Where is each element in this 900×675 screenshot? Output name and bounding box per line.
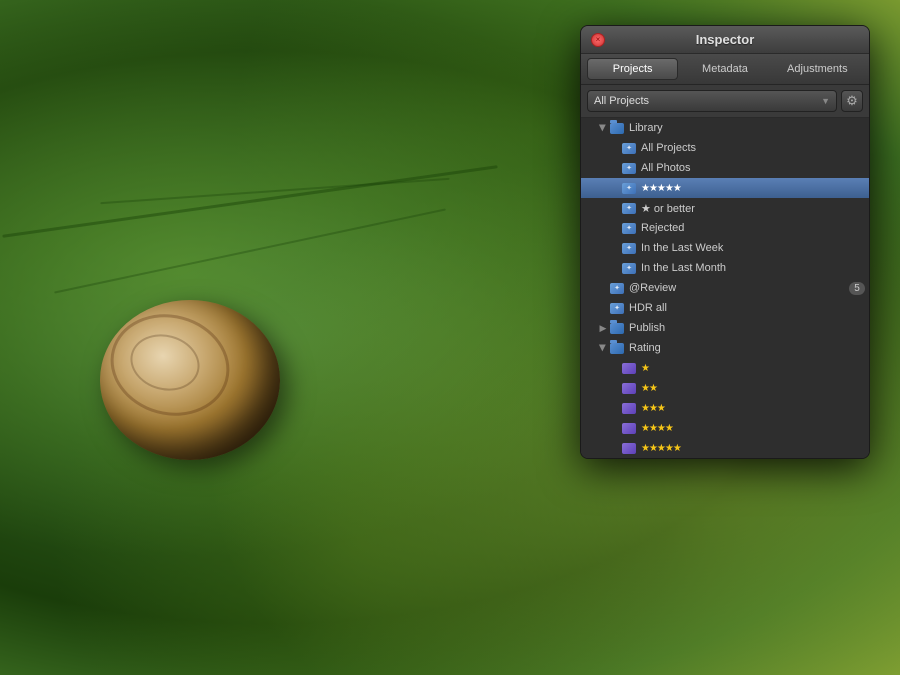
title-bar: × Inspector (581, 26, 869, 54)
gear-button[interactable]: ⚙ (841, 90, 863, 112)
tree-item-last-month[interactable]: In the Last Month (581, 258, 869, 278)
tree-item-rating-4[interactable]: ★★★★ (581, 418, 869, 438)
rating-4-icon (621, 421, 637, 435)
spacer (609, 382, 621, 394)
spacer (609, 422, 621, 434)
panel-title: Inspector (696, 32, 755, 47)
tab-projects[interactable]: Projects (587, 58, 678, 80)
tree-item-rating-2[interactable]: ★★ (581, 378, 869, 398)
rating-icon (609, 341, 625, 355)
rating-1-label: ★ (641, 363, 649, 374)
tab-adjustments[interactable]: Adjustments (772, 58, 863, 80)
publish-label: Publish (629, 322, 665, 334)
spacer (609, 442, 621, 454)
close-button[interactable]: × (591, 33, 605, 47)
tree-item-star-or-better[interactable]: ★ or better (581, 198, 869, 218)
last-week-icon (621, 241, 637, 255)
hdr-all-icon (609, 301, 625, 315)
tab-metadata[interactable]: Metadata (679, 58, 770, 80)
tree-item-rating-3[interactable]: ★★★ (581, 398, 869, 418)
close-icon: × (596, 35, 601, 44)
project-selector-label: All Projects (594, 95, 649, 107)
library-icon (609, 121, 625, 135)
tree-item-library[interactable]: ▶ Library (581, 118, 869, 138)
rating-2-icon (621, 381, 637, 395)
spacer (609, 162, 621, 174)
library-label: Library (629, 122, 663, 134)
rating-label: Rating (629, 342, 661, 354)
five-stars-label: ★★★★★ (641, 183, 681, 194)
last-month-label: In the Last Month (641, 262, 726, 274)
spacer (609, 242, 621, 254)
tree-item-all-projects[interactable]: All Projects (581, 138, 869, 158)
spacer (597, 282, 609, 294)
rating-3-label: ★★★ (641, 403, 665, 414)
spacer (609, 182, 621, 194)
rating-2-label: ★★ (641, 383, 657, 394)
inspector-panel: × Inspector Projects Metadata Adjustment… (580, 25, 870, 459)
last-week-label: In the Last Week (641, 242, 723, 254)
tree-item-five-stars[interactable]: ★★★★★ (581, 178, 869, 198)
selector-arrow-icon: ▼ (821, 96, 830, 106)
tree-item-rejected[interactable]: Rejected (581, 218, 869, 238)
rating-5-icon (621, 441, 637, 455)
rating-1-icon (621, 361, 637, 375)
all-photos-icon (621, 161, 637, 175)
toolbar: All Projects ▼ ⚙ (581, 85, 869, 118)
arrow-icon: ▶ (597, 122, 609, 134)
tree-item-review[interactable]: @Review 5 (581, 278, 869, 298)
review-icon (609, 281, 625, 295)
tree-item-rating-5[interactable]: ★★★★★ (581, 438, 869, 458)
tab-bar: Projects Metadata Adjustments (581, 54, 869, 85)
tree-item-rating[interactable]: ▶ Rating (581, 338, 869, 358)
rejected-label: Rejected (641, 222, 684, 234)
all-photos-label: All Photos (641, 162, 691, 174)
publish-arrow-icon: ▶ (597, 322, 609, 334)
spacer (597, 302, 609, 314)
all-projects-icon (621, 141, 637, 155)
spacer (609, 142, 621, 154)
rating-5-label: ★★★★★ (641, 443, 681, 454)
spacer (609, 362, 621, 374)
last-month-icon (621, 261, 637, 275)
gear-icon: ⚙ (846, 93, 858, 109)
spacer (609, 402, 621, 414)
rating-4-label: ★★★★ (641, 423, 673, 434)
tree-container[interactable]: ▶ Library All Projects All Photos (581, 118, 869, 458)
review-badge: 5 (849, 282, 865, 295)
spacer (609, 202, 621, 214)
project-selector[interactable]: All Projects ▼ (587, 90, 837, 112)
five-stars-icon (621, 181, 637, 195)
tree-item-last-week[interactable]: In the Last Week (581, 238, 869, 258)
rating-arrow-icon: ▶ (597, 342, 609, 354)
tree-item-rating-1[interactable]: ★ (581, 358, 869, 378)
tree-item-all-photos[interactable]: All Photos (581, 158, 869, 178)
publish-icon (609, 321, 625, 335)
star-or-better-icon (621, 201, 637, 215)
hdr-all-label: HDR all (629, 302, 667, 314)
review-label: @Review (629, 282, 676, 294)
all-projects-label: All Projects (641, 142, 696, 154)
tree-item-hdr-all[interactable]: HDR all (581, 298, 869, 318)
star-or-better-label: ★ or better (641, 202, 695, 215)
tree-item-publish[interactable]: ▶ Publish (581, 318, 869, 338)
spacer (609, 262, 621, 274)
rejected-icon (621, 221, 637, 235)
rating-3-icon (621, 401, 637, 415)
spacer (609, 222, 621, 234)
